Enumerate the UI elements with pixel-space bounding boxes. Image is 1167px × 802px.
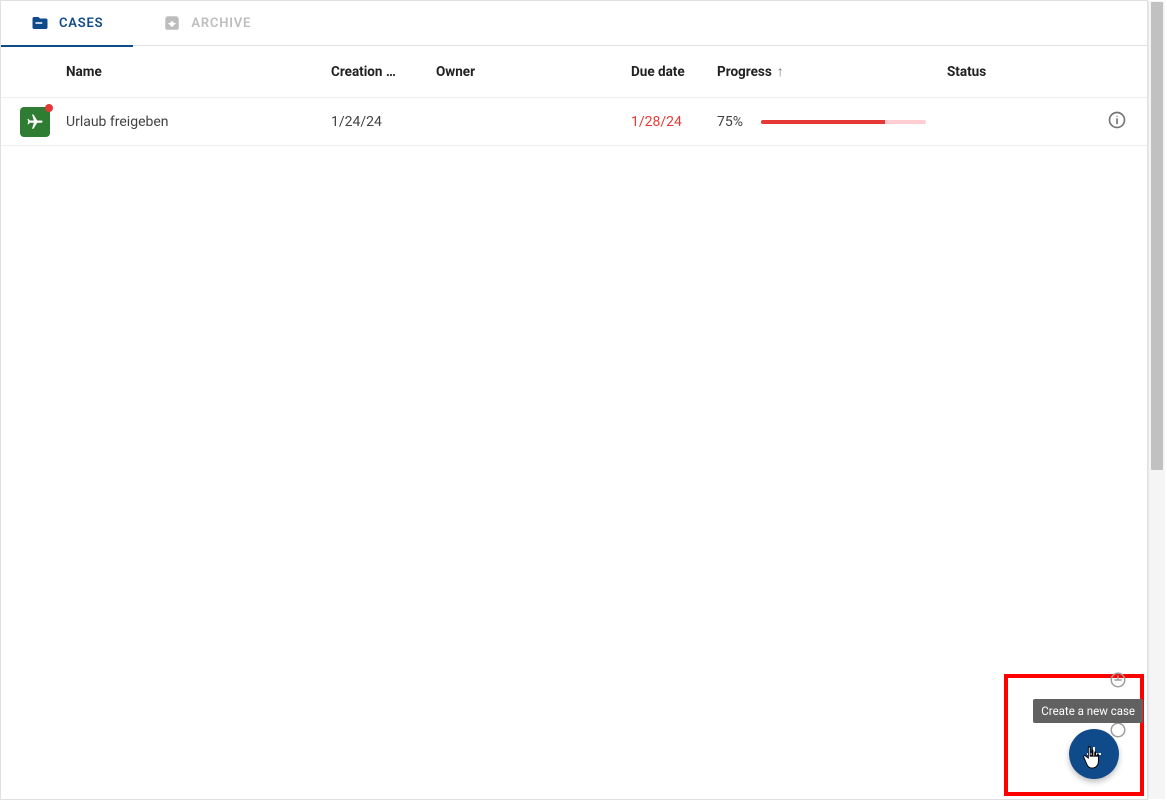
folder-icon: [31, 14, 49, 32]
row-action-cell: [1087, 110, 1147, 134]
column-header-status[interactable]: Status: [947, 64, 1087, 80]
column-header-due-label: Due date: [631, 64, 685, 80]
row-due-text: 1/28/24: [631, 114, 682, 130]
tab-archive-label: ARCHIVE: [191, 16, 251, 31]
column-header-status-label: Status: [947, 64, 986, 80]
vertical-scrollbar[interactable]: [1148, 1, 1165, 799]
column-header-owner[interactable]: Owner: [436, 64, 631, 80]
case-type-icon: [20, 107, 50, 137]
row-due-cell: 1/28/24: [631, 114, 717, 130]
column-header-due[interactable]: Due date: [631, 64, 717, 80]
info-icon[interactable]: [1107, 118, 1127, 134]
plus-icon: [1082, 742, 1106, 766]
row-creation-cell: 1/24/24: [331, 114, 436, 130]
tab-cases[interactable]: CASES: [1, 1, 133, 46]
column-header-progress-label: Progress: [717, 64, 772, 80]
tab-bar: CASES ARCHIVE: [1, 1, 1147, 46]
progress-fill: [761, 120, 885, 124]
sort-ascending-icon: ↑: [777, 63, 784, 80]
notification-dot-icon: [45, 104, 53, 112]
circle-marker-icon: [1109, 671, 1127, 689]
row-progress-cell: 75%: [717, 114, 947, 130]
table-row[interactable]: Urlaub freigeben 1/24/24 1/28/24 75%: [1, 98, 1147, 146]
create-case-button[interactable]: [1069, 729, 1119, 779]
row-name-cell: Urlaub freigeben: [66, 114, 331, 130]
column-header-creation-label: Creation …: [331, 64, 396, 80]
column-header-name[interactable]: Name: [66, 64, 331, 80]
main-panel: CASES ARCHIVE Name Creation … Owner Due …: [0, 0, 1148, 800]
column-header-owner-label: Owner: [436, 64, 475, 80]
scrollbar-thumb[interactable]: [1151, 2, 1163, 470]
fab-tooltip: Create a new case: [1033, 699, 1143, 723]
column-header-name-label: Name: [66, 64, 102, 80]
tab-archive[interactable]: ARCHIVE: [133, 1, 281, 46]
column-header-progress[interactable]: Progress ↑: [717, 63, 947, 80]
row-name-text: Urlaub freigeben: [66, 114, 169, 130]
row-creation-text: 1/24/24: [331, 114, 382, 130]
row-progress-pct: 75%: [717, 114, 749, 130]
fab-tooltip-text: Create a new case: [1041, 704, 1135, 718]
archive-icon: [163, 14, 181, 32]
column-header-creation[interactable]: Creation …: [331, 64, 436, 80]
tab-cases-label: CASES: [59, 16, 103, 31]
progress-bar: [761, 120, 926, 124]
table-header: Name Creation … Owner Due date Progress …: [1, 46, 1147, 98]
row-icon-cell: [1, 107, 66, 137]
